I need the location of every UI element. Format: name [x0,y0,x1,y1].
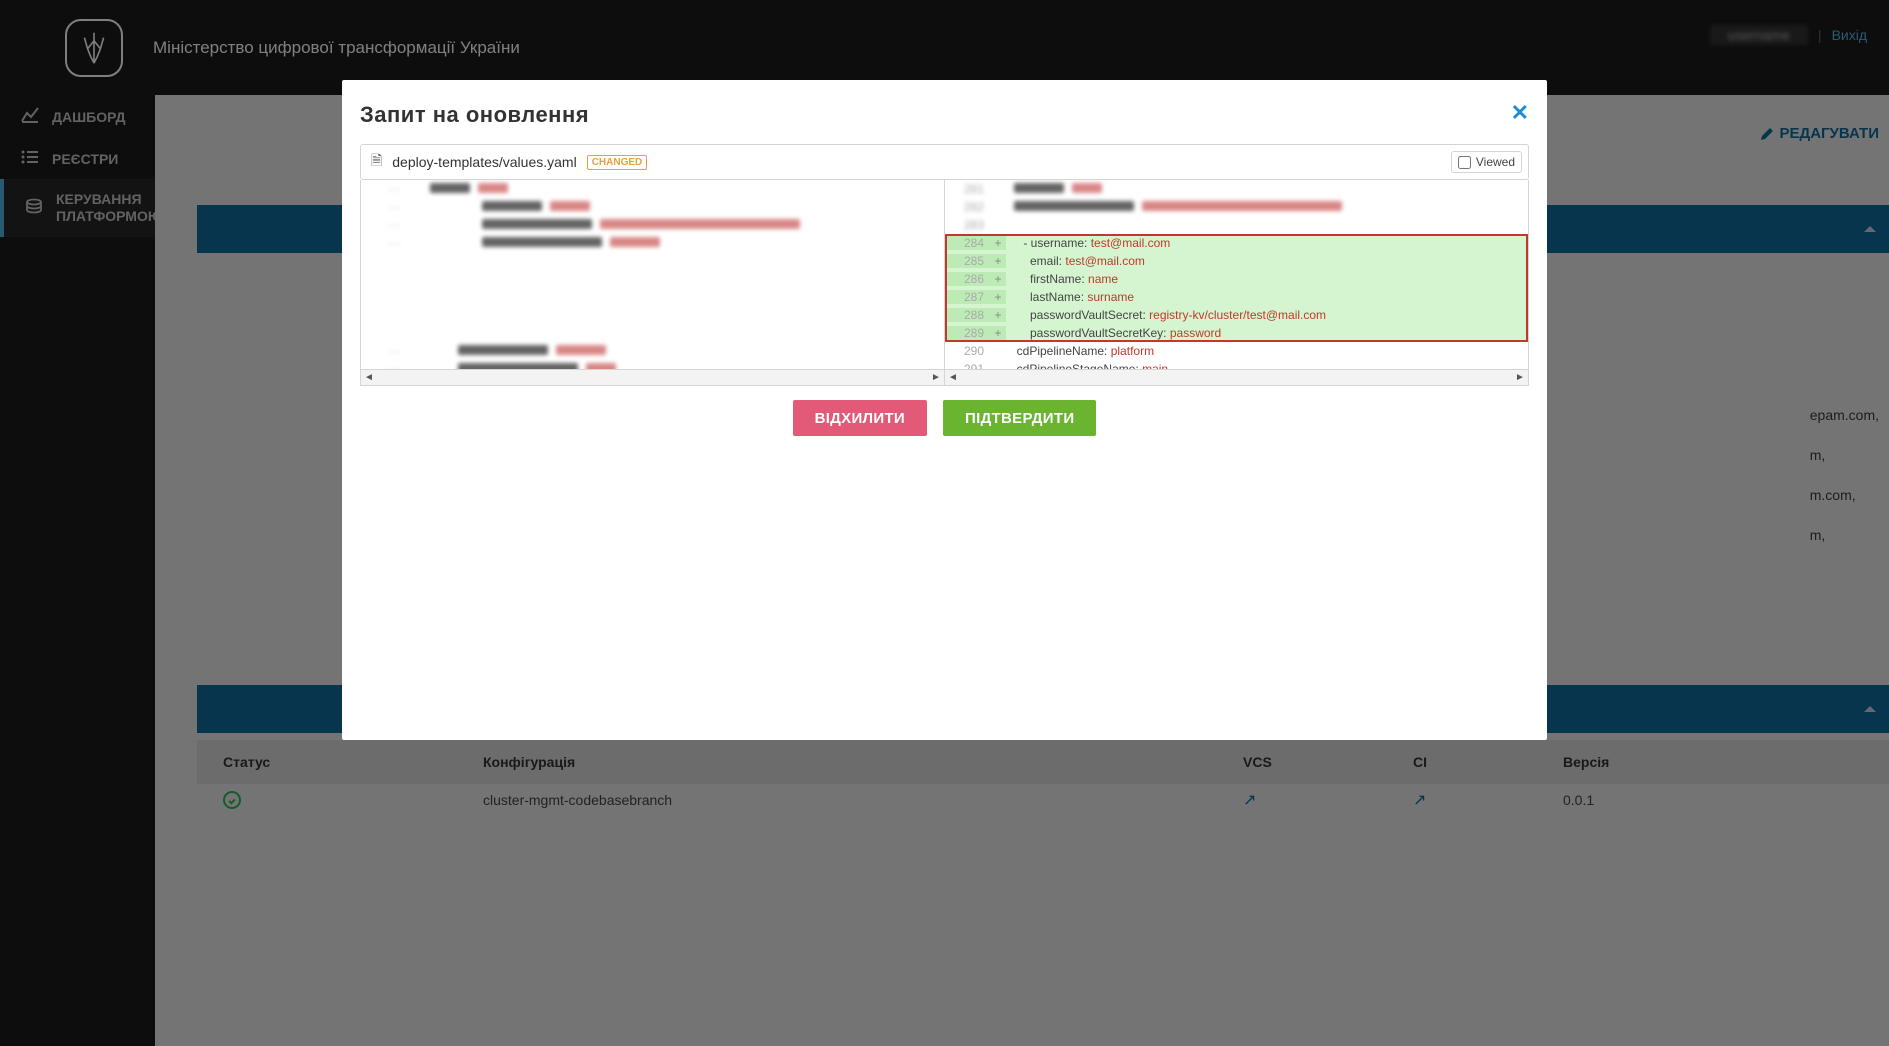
code-line: passwordVaultSecret: registry-kv/cluster… [1006,308,1326,322]
modal-overlay[interactable]: Запит на оновлення ✕ 🗎 deploy-templates/… [0,0,1889,1046]
code-line: - username: test@mail.com [1006,236,1170,250]
horizontal-scrollbar-left[interactable]: ◄ ► [360,370,945,386]
code-line: cdPipelineName: platform [1006,344,1154,358]
diff-old: ··· ··· ··· ··· ··· ··· ··· [361,180,945,369]
confirm-button[interactable]: ПІДТВЕРДИТИ [943,400,1096,436]
scroll-right-icon[interactable]: ► [928,372,944,383]
file-header: 🗎 deploy-templates/values.yaml CHANGED V… [360,144,1529,180]
scroll-right-icon[interactable]: ► [1512,372,1528,383]
code-line: email: test@mail.com [1006,254,1145,268]
reject-button[interactable]: ВІДХИЛИТИ [793,400,927,436]
code-line: cdPipelineStageName: main [1006,362,1168,369]
file-icon: 🗎 [371,150,382,174]
modal-title: Запит на оновлення [360,102,1529,128]
scroll-left-icon[interactable]: ◄ [361,372,377,383]
diff-new: 281 282 283 284+ - username: test@mail.c… [945,180,1528,369]
code-line: firstName: name [1006,272,1118,286]
changed-badge: CHANGED [587,155,648,170]
viewed-checkbox[interactable]: Viewed [1451,151,1522,173]
horizontal-scrollbar-right[interactable]: ◄ ► [945,370,1529,386]
code-line: lastName: surname [1006,290,1134,304]
modal-dialog: Запит на оновлення ✕ 🗎 deploy-templates/… [342,80,1547,740]
diff-panel: ··· ··· ··· ··· ··· ··· ··· 281 282 283 [360,180,1529,370]
scroll-left-icon[interactable]: ◄ [945,372,961,383]
close-button[interactable]: ✕ [1511,102,1529,124]
scroll-row: ◄ ► ◄ ► [360,370,1529,386]
code-line: passwordVaultSecretKey: password [1006,326,1221,340]
file-name: deploy-templates/values.yaml [392,154,576,170]
